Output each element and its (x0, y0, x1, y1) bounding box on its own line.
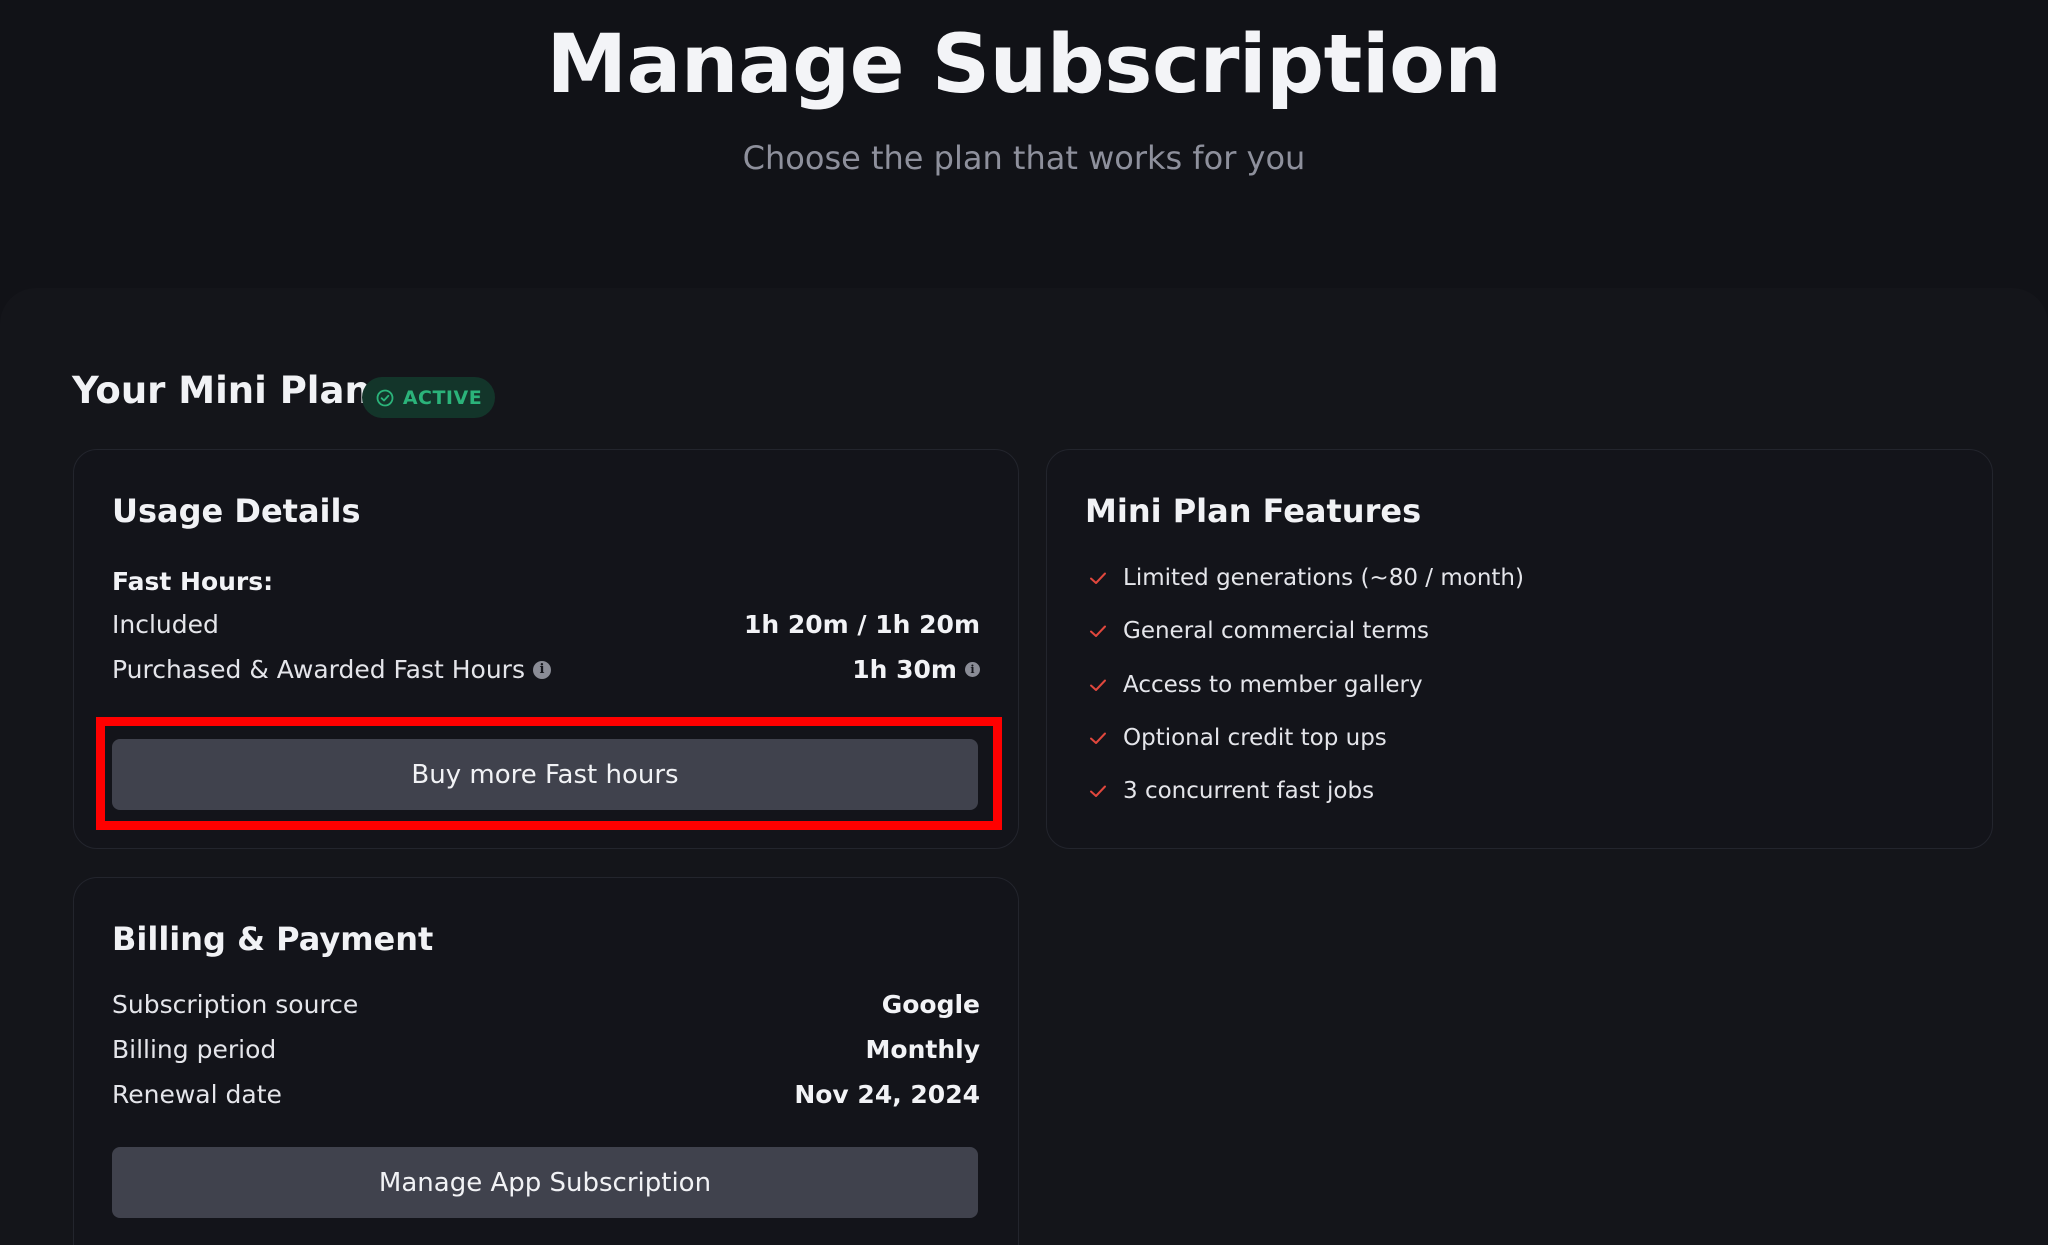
usage-details-title: Usage Details (112, 492, 361, 530)
billing-period-row: Billing period Monthly (112, 1035, 980, 1064)
included-label: Included (112, 610, 219, 639)
billing-payment-title: Billing & Payment (112, 920, 434, 958)
status-badge: ACTIVE (362, 377, 495, 418)
plan-title: Your Mini Plan (72, 369, 371, 412)
check-icon (1090, 732, 1106, 744)
buy-more-fast-hours-button[interactable]: Buy more Fast hours (112, 739, 978, 810)
feature-label: Limited generations (~80 / month) (1123, 565, 1524, 591)
feature-item: Optional credit top ups (1087, 725, 1387, 751)
manage-app-subscription-button[interactable]: Manage App Subscription (112, 1147, 978, 1218)
info-icon[interactable]: i (965, 662, 980, 677)
status-badge-label: ACTIVE (402, 386, 483, 409)
renewal-date-row: Renewal date Nov 24, 2024 (112, 1080, 980, 1109)
billing-period-label: Billing period (112, 1035, 277, 1064)
usage-details-card: Usage Details Fast Hours: Included 1h 20… (73, 449, 1019, 849)
billing-period-value: Monthly (865, 1035, 980, 1064)
purchased-value: 1h 30m (852, 655, 957, 684)
feature-item: Access to member gallery (1087, 672, 1423, 698)
page-title: Manage Subscription (546, 18, 1502, 112)
check-icon (1090, 785, 1106, 797)
billing-payment-card: Billing & Payment Subscription source Go… (73, 877, 1019, 1245)
check-icon (1090, 679, 1106, 691)
feature-label: 3 concurrent fast jobs (1123, 778, 1375, 804)
manage-subscription-page: Manage Subscription Choose the plan that… (0, 0, 2048, 1245)
purchased-value-wrap: 1h 30m i (852, 655, 980, 684)
subscription-source-value: Google (881, 990, 980, 1019)
feature-item: Limited generations (~80 / month) (1087, 565, 1524, 591)
plan-features-title: Mini Plan Features (1085, 492, 1422, 530)
info-icon[interactable]: i (532, 660, 551, 679)
purchased-row: Purchased & Awarded Fast Hours i 1h 30m … (112, 655, 980, 684)
included-row: Included 1h 20m / 1h 20m (112, 610, 980, 639)
renewal-date-label: Renewal date (112, 1080, 282, 1109)
feature-label: Optional credit top ups (1123, 725, 1387, 751)
purchased-label-wrap: Purchased & Awarded Fast Hours i (112, 655, 551, 684)
purchased-label: Purchased & Awarded Fast Hours (112, 655, 525, 684)
subscription-source-label: Subscription source (112, 990, 359, 1019)
check-icon (1090, 625, 1106, 637)
fast-hours-heading: Fast Hours: (112, 567, 274, 596)
feature-item: 3 concurrent fast jobs (1087, 778, 1374, 804)
subscription-source-row: Subscription source Google (112, 990, 980, 1019)
check-icon (1090, 572, 1106, 584)
renewal-date-value: Nov 24, 2024 (794, 1080, 980, 1109)
feature-label: Access to member gallery (1123, 672, 1423, 698)
included-value: 1h 20m / 1h 20m (743, 610, 980, 639)
plan-features-card: Mini Plan Features Limited generations (… (1046, 449, 1993, 849)
page-subtitle: Choose the plan that works for you (742, 139, 1306, 177)
feature-item: General commercial terms (1087, 618, 1429, 644)
check-circle-icon (376, 389, 394, 406)
feature-label: General commercial terms (1123, 618, 1430, 644)
